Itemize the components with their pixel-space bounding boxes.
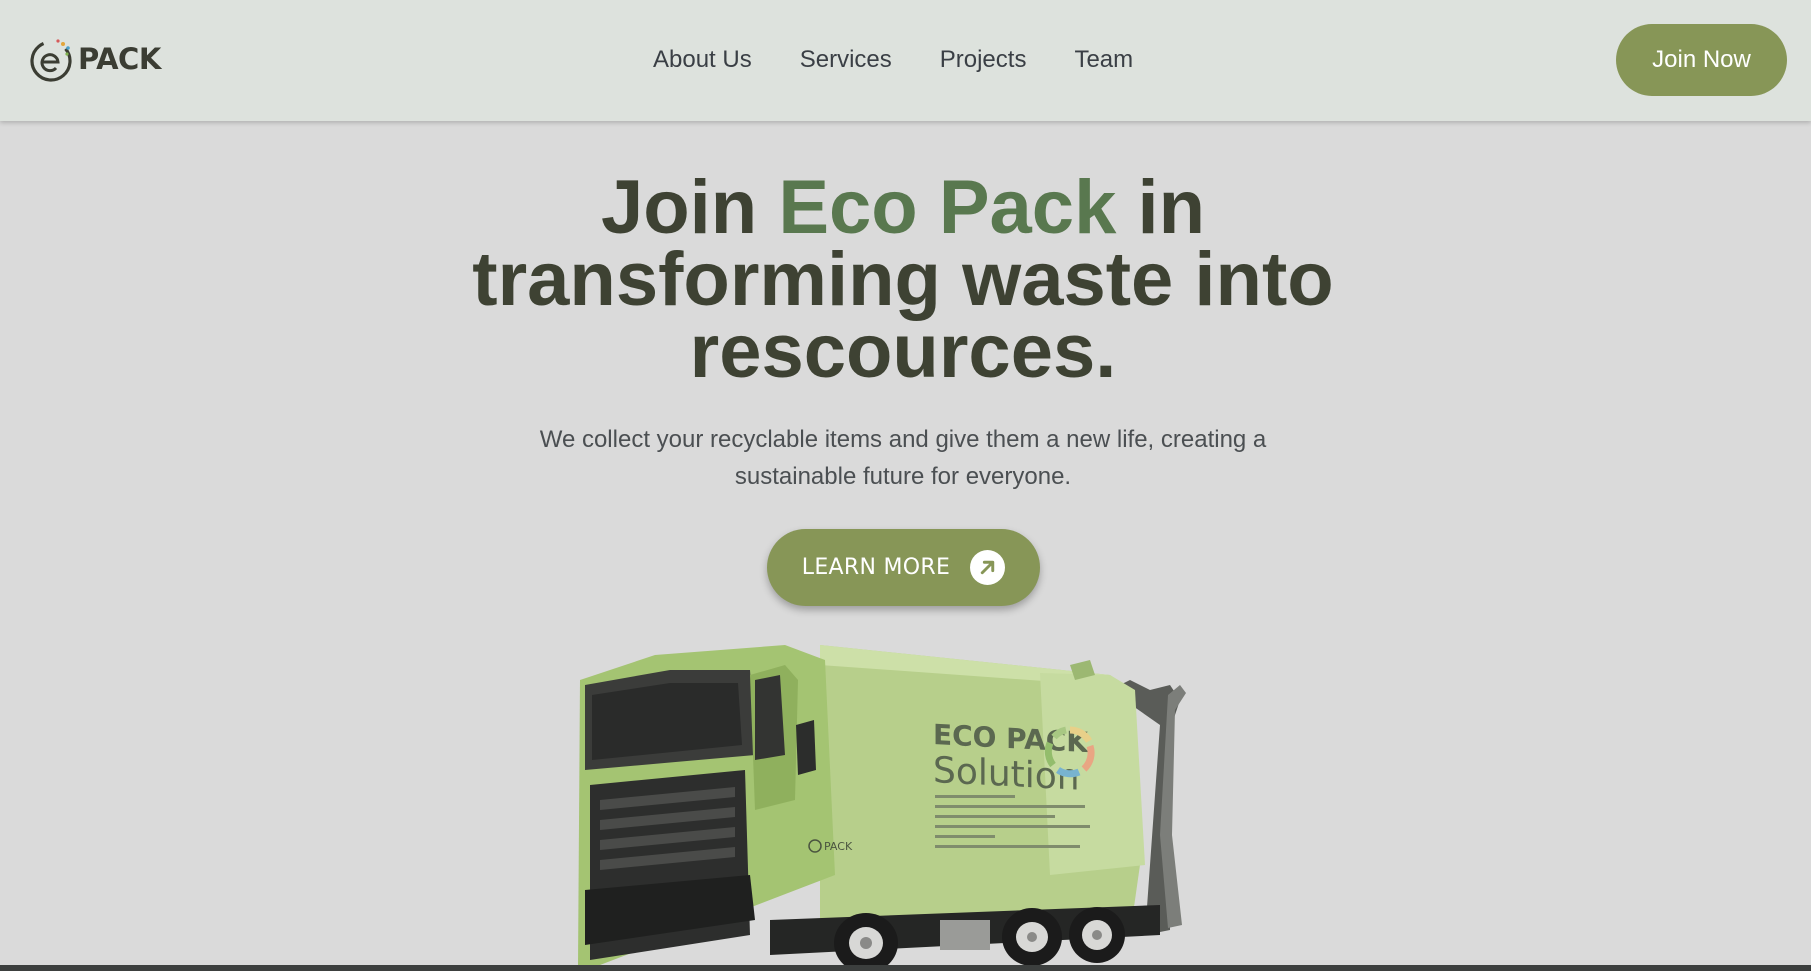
join-now-button[interactable]: Join Now [1616, 24, 1787, 96]
learn-more-button[interactable]: LEARN MORE [767, 529, 1040, 606]
truck-brand-line2: Solution [933, 750, 1080, 799]
main-nav: About Us Services Projects Team [653, 44, 1133, 76]
arrow-up-right-icon [970, 550, 1006, 585]
truck-wheel [1069, 907, 1125, 963]
logo-text: PACK [78, 42, 161, 76]
e-leaf-logo-icon [30, 39, 72, 82]
nav-link-projects[interactable]: Projects [940, 44, 1027, 76]
cab-logo-text: PACK [824, 840, 853, 853]
bottom-edge-bar [0, 965, 1811, 971]
truck-wheel [1002, 908, 1062, 966]
site-header: PACK About Us Services Projects Team Joi… [0, 0, 1811, 121]
learn-more-label: LEARN MORE [801, 555, 951, 580]
logo[interactable]: PACK [29, 36, 161, 82]
nav-link-about-us[interactable]: About Us [653, 44, 752, 76]
nav-link-team[interactable]: Team [1074, 44, 1133, 76]
hero-title: Join Eco Pack in transforming waste into… [380, 170, 1426, 390]
hero-subtitle: We collect your recyclable items and giv… [539, 426, 1267, 490]
nav-link-services[interactable]: Services [800, 44, 892, 76]
garbage-truck-image: PACK ECO PACK Solution [578, 645, 1186, 966]
